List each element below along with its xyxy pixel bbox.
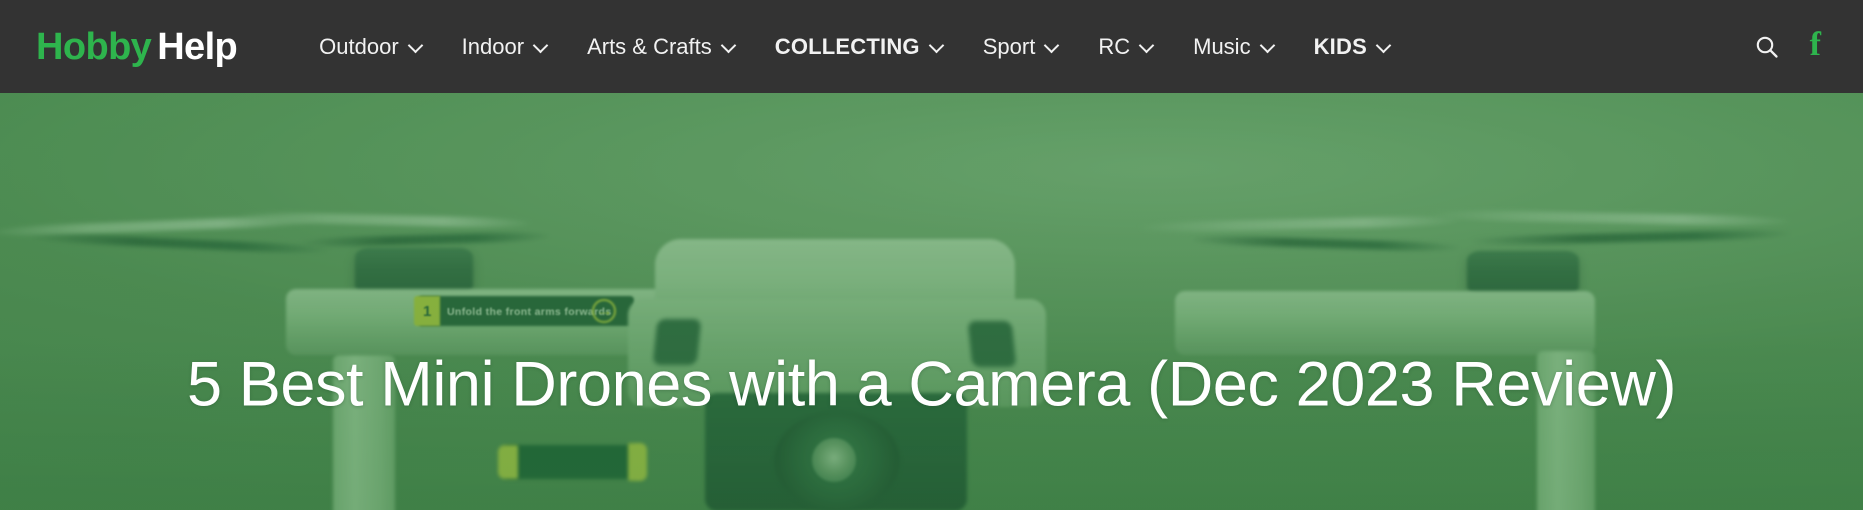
chevron-down-icon — [1262, 39, 1275, 52]
chevron-down-icon — [931, 39, 944, 52]
facebook-icon: f — [1809, 25, 1821, 63]
hero-color-overlay-shade — [0, 93, 1863, 510]
logo-text-secondary: Help — [157, 25, 238, 68]
nav-item-label: COLLECTING — [774, 33, 920, 59]
nav-item-label: Indoor — [461, 33, 525, 59]
nav-item-music[interactable]: Music — [1193, 34, 1274, 60]
logo-text-primary: Hobby — [36, 25, 152, 68]
chevron-down-icon — [410, 39, 423, 52]
nav-item-label: KIDS — [1313, 33, 1367, 59]
search-button[interactable] — [1754, 34, 1780, 60]
nav-item-sport[interactable]: Sport — [983, 34, 1060, 60]
chevron-down-icon — [723, 39, 736, 52]
site-logo[interactable]: Hobby Help — [36, 25, 238, 68]
nav-item-arts-crafts[interactable]: Arts & Crafts — [587, 34, 736, 60]
nav-item-outdoor[interactable]: Outdoor — [319, 34, 423, 60]
nav-item-indoor[interactable]: Indoor — [462, 34, 548, 60]
hero-banner: 1 Unfold the front arms forwards → 5 Bes… — [0, 93, 1863, 510]
search-icon — [1756, 36, 1778, 58]
chevron-down-icon — [1046, 39, 1059, 52]
nav-item-label: Music — [1193, 33, 1251, 59]
hero-drone-photo: 1 Unfold the front arms forwards → — [0, 93, 1863, 510]
nav-item-label: RC — [1098, 33, 1131, 59]
nav-item-label: Sport — [982, 33, 1036, 59]
chevron-down-icon — [1141, 39, 1154, 52]
nav-item-collecting[interactable]: COLLECTING — [775, 34, 944, 60]
nav-item-label: Arts & Crafts — [587, 33, 712, 59]
nav-item-label: Outdoor — [319, 33, 399, 59]
main-navigation: Outdoor Indoor Arts & Crafts COLLECTING Spor… — [319, 34, 1724, 60]
chevron-down-icon — [1378, 39, 1391, 52]
header-icon-group: f — [1724, 25, 1821, 64]
site-header: Hobby Help Outdoor Indoor Arts & Crafts COL… — [0, 0, 1863, 93]
page-title: 5 Best Mini Drones with a Camera (Dec 20… — [186, 349, 1677, 420]
nav-item-rc[interactable]: RC — [1098, 34, 1154, 60]
chevron-down-icon — [535, 39, 548, 52]
nav-item-kids[interactable]: KIDS — [1314, 34, 1391, 60]
facebook-link[interactable]: f — [1809, 25, 1821, 64]
